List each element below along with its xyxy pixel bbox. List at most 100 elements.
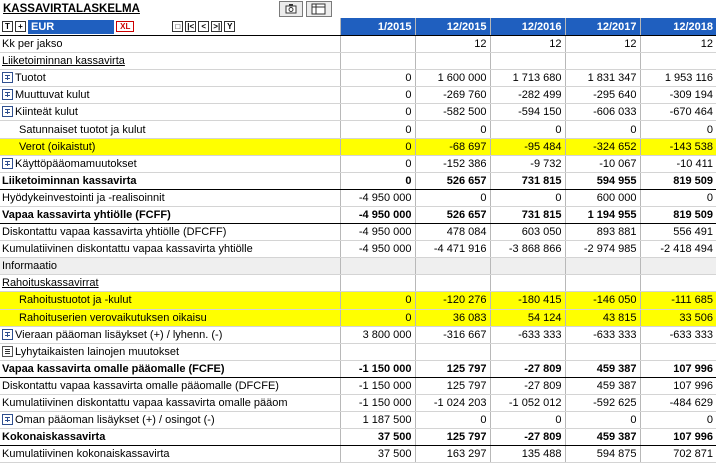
value-cell[interactable]: 0 [339,171,415,190]
value-cell[interactable]: 0 [339,86,415,105]
value-cell[interactable]: 12 [489,35,565,54]
value-cell[interactable]: -633 333 [639,326,716,344]
value-cell[interactable]: 125 797 [414,428,490,447]
value-cell[interactable]: -10 411 [639,155,716,173]
value-cell[interactable]: 125 797 [414,377,490,395]
value-cell[interactable]: -594 150 [489,103,565,122]
value-cell[interactable]: 0 [414,411,490,430]
value-cell[interactable] [339,257,415,276]
value-cell[interactable]: 0 [339,309,415,327]
value-cell[interactable]: -27 809 [489,377,565,395]
value-cell[interactable]: -582 500 [414,103,490,122]
value-cell[interactable]: 556 491 [639,223,716,242]
value-cell[interactable]: 37 500 [339,428,415,447]
value-cell[interactable]: 1 194 955 [564,205,640,225]
value-cell[interactable]: 36 083 [414,309,490,327]
value-cell[interactable]: 12 [564,35,640,54]
value-cell[interactable] [339,274,415,293]
value-cell[interactable]: -68 697 [414,138,490,156]
value-cell[interactable]: -633 333 [564,326,640,344]
value-cell[interactable]: -316 667 [414,326,490,344]
value-cell[interactable]: -27 809 [489,359,565,378]
value-cell[interactable] [639,343,716,361]
value-cell[interactable]: 731 815 [489,171,565,190]
value-cell[interactable]: 135 488 [489,445,565,463]
value-cell[interactable]: -1 024 203 [414,394,490,413]
table-menu-icon[interactable]: T [2,21,13,32]
value-cell[interactable]: -4 471 916 [414,240,490,259]
value-cell[interactable]: 0 [564,411,640,430]
value-cell[interactable]: 702 871 [639,445,716,463]
value-cell[interactable]: 1 713 680 [489,69,565,88]
value-cell[interactable]: 12 [414,35,490,54]
value-cell[interactable]: 594 875 [564,445,640,463]
value-cell[interactable]: -282 499 [489,86,565,105]
value-cell[interactable]: 819 509 [639,205,716,225]
value-cell[interactable]: 1 831 347 [564,69,640,88]
value-cell[interactable]: -146 050 [564,291,640,310]
list-icon[interactable] [2,345,13,357]
value-cell[interactable]: -633 333 [489,326,565,344]
value-cell[interactable]: -10 067 [564,155,640,173]
value-cell[interactable]: -2 974 985 [564,240,640,259]
value-cell[interactable]: 107 996 [639,428,716,447]
value-cell[interactable]: 0 [489,120,565,139]
value-cell[interactable]: 0 [339,69,415,88]
value-cell[interactable] [564,343,640,361]
value-cell[interactable] [564,52,640,71]
value-cell[interactable]: -295 640 [564,86,640,105]
value-cell[interactable]: -27 809 [489,428,565,447]
value-cell[interactable]: 819 509 [639,171,716,190]
camera-button[interactable] [279,1,303,17]
currency-label[interactable]: EUR [28,19,115,34]
value-cell[interactable]: 0 [414,189,490,207]
value-cell[interactable]: 0 [489,189,565,207]
row-menu-icon[interactable] [2,328,13,340]
value-cell[interactable]: 0 [414,120,490,139]
value-cell[interactable]: -1 150 000 [339,394,415,413]
value-cell[interactable] [339,35,415,54]
value-cell[interactable]: 1 600 000 [414,69,490,88]
value-cell[interactable]: -606 033 [564,103,640,122]
value-cell[interactable]: 603 050 [489,223,565,242]
value-cell[interactable]: 1 187 500 [339,411,415,430]
value-cell[interactable]: -4 950 000 [339,189,415,207]
value-cell[interactable]: -1 150 000 [339,377,415,395]
value-cell[interactable]: -324 652 [564,138,640,156]
value-cell[interactable]: 0 [639,189,716,207]
value-cell[interactable]: 0 [339,120,415,139]
nav-next-button[interactable]: >| [211,21,223,32]
value-cell[interactable]: -143 538 [639,138,716,156]
value-cell[interactable] [414,52,490,71]
value-cell[interactable]: 107 996 [639,377,716,395]
value-cell[interactable]: -484 629 [639,394,716,413]
value-cell[interactable]: 3 800 000 [339,326,415,344]
value-cell[interactable]: 125 797 [414,359,490,378]
copy-icon[interactable]: □ [172,21,184,32]
value-cell[interactable] [339,343,415,361]
value-cell[interactable] [489,52,565,71]
value-cell[interactable]: 0 [339,291,415,310]
value-cell[interactable]: 459 387 [564,428,640,447]
value-cell[interactable] [489,343,565,361]
value-cell[interactable] [414,257,490,276]
value-cell[interactable]: 526 657 [414,171,490,190]
value-cell[interactable]: 478 084 [414,223,490,242]
value-cell[interactable]: 893 881 [564,223,640,242]
value-cell[interactable] [489,274,565,293]
value-cell[interactable]: -4 950 000 [339,223,415,242]
value-cell[interactable]: 459 387 [564,359,640,378]
value-cell[interactable] [339,52,415,71]
value-cell[interactable]: -95 484 [489,138,565,156]
nav-first-button[interactable]: |< [185,21,197,32]
value-cell[interactable]: 600 000 [564,189,640,207]
value-cell[interactable]: -180 415 [489,291,565,310]
value-cell[interactable]: 37 500 [339,445,415,463]
row-menu-icon[interactable] [2,89,13,101]
value-cell[interactable] [489,257,565,276]
value-cell[interactable]: 459 387 [564,377,640,395]
value-cell[interactable]: 1 953 116 [639,69,716,88]
filter-icon[interactable]: Y [224,21,236,32]
value-cell[interactable] [564,257,640,276]
value-cell[interactable]: -592 625 [564,394,640,413]
